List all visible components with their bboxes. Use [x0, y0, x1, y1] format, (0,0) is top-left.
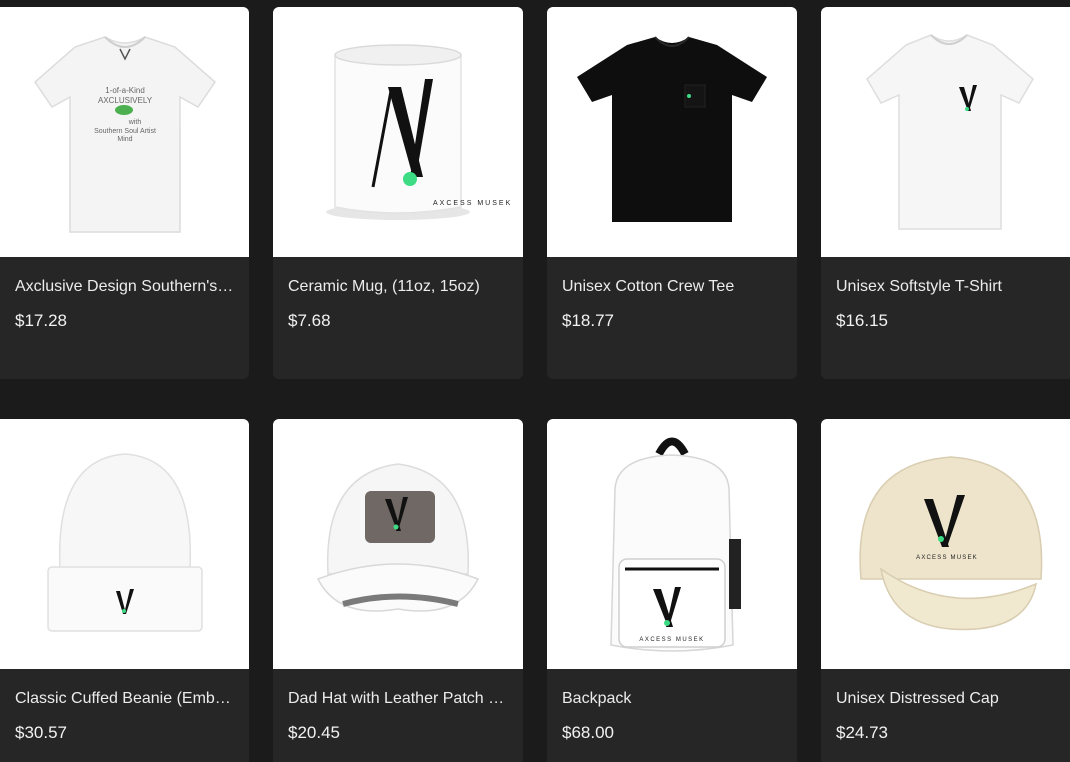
product-card-6[interactable]: AXCESS MUSEK Backpack $68.00 [547, 419, 797, 762]
product-price: $68.00 [562, 723, 614, 742]
ceramic-mug-icon: AXCESS MUSEK [273, 7, 523, 257]
product-title[interactable]: Classic Cuffed Beanie (Embroidered) [15, 690, 235, 708]
svg-text:AXCESS MUSEK: AXCESS MUSEK [639, 637, 704, 643]
product-card-1[interactable]: AXCESS MUSEK Ceramic Mug, (11oz, 15oz) $… [273, 7, 523, 379]
product-card-5[interactable]: Dad Hat with Leather Patch (Rectangle) $… [273, 419, 523, 762]
product-price: $18.77 [562, 311, 614, 330]
product-price: $20.45 [288, 723, 340, 742]
product-title[interactable]: Ceramic Mug, (11oz, 15oz) [288, 278, 509, 296]
product-price: $7.68 [288, 311, 331, 330]
product-title[interactable]: Unisex Cotton Crew Tee [562, 278, 783, 296]
svg-text:Mind: Mind [117, 136, 132, 143]
product-card-7[interactable]: AXCESS MUSEK Unisex Distressed Cap $24.7… [821, 419, 1070, 762]
product-price: $24.73 [836, 723, 888, 742]
black-tshirt-icon [547, 7, 797, 257]
svg-text:AXCLUSIVELY: AXCLUSIVELY [98, 96, 153, 105]
product-price: $16.15 [836, 311, 888, 330]
product-card-4[interactable]: Classic Cuffed Beanie (Embroidered) $30.… [0, 419, 249, 762]
product-title[interactable]: Backpack [562, 690, 783, 708]
dad-hat-icon [273, 419, 523, 669]
svg-text:AXCESS MUSEK: AXCESS MUSEK [433, 200, 512, 207]
product-card-3[interactable]: Unisex Softstyle T-Shirt $16.15 [821, 7, 1070, 379]
white-tshirt-logo-icon [821, 7, 1070, 257]
svg-text:1-of-a-Kind: 1-of-a-Kind [105, 86, 145, 95]
distressed-cap-icon: AXCESS MUSEK [821, 419, 1070, 669]
svg-text:AXCESS MUSEK: AXCESS MUSEK [916, 555, 978, 561]
product-title[interactable]: Dad Hat with Leather Patch (Rectangle) [288, 690, 509, 708]
white-beanie-icon [0, 419, 249, 669]
product-title[interactable]: Unisex Distressed Cap [836, 690, 1067, 708]
product-price: $30.57 [15, 723, 67, 742]
product-price: $17.28 [15, 311, 67, 330]
svg-text:Southern Soul Artist: Southern Soul Artist [94, 128, 156, 135]
product-title[interactable]: Unisex Softstyle T-Shirt [836, 278, 1067, 296]
product-card-2[interactable]: Unisex Cotton Crew Tee $18.77 [547, 7, 797, 379]
product-grid: 1-of-a-Kind AXCLUSIVELY with Southern So… [0, 0, 1070, 762]
backpack-icon: AXCESS MUSEK [547, 419, 797, 669]
white-tshirt-graphic-icon: 1-of-a-Kind AXCLUSIVELY with Southern So… [0, 7, 249, 257]
product-card-0[interactable]: 1-of-a-Kind AXCLUSIVELY with Southern So… [0, 7, 249, 379]
svg-text:with: with [128, 119, 142, 126]
product-title[interactable]: Axclusive Design Southern's Soul Artist … [15, 278, 235, 296]
